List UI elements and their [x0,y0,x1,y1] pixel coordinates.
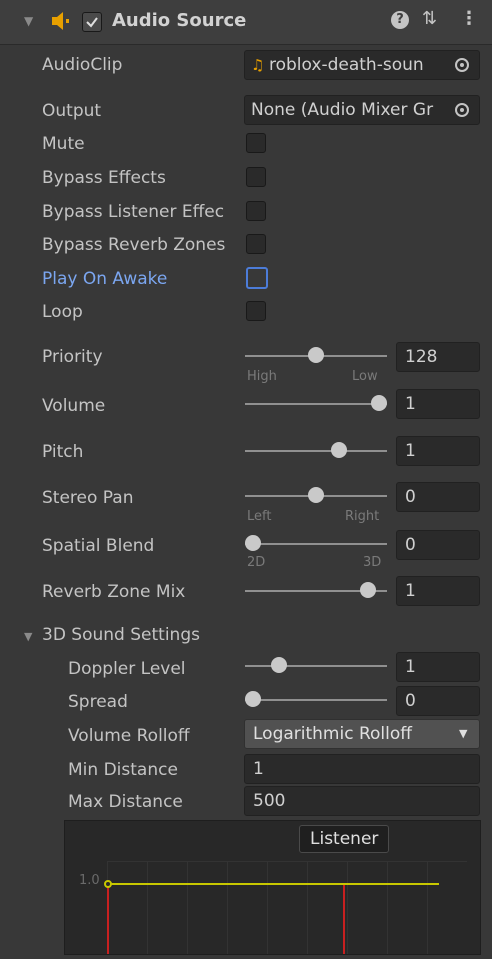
stereo-pan-slider[interactable] [245,486,387,506]
spread-slider-thumb[interactable] [245,691,261,707]
3d-sound-settings-foldout[interactable]: 3D Sound Settings [42,625,200,645]
kebab-menu-icon[interactable]: ⋮ [460,8,478,29]
spatial-blend-min-label: 2D [247,555,266,570]
bypass-listener-effects-checkbox[interactable] [246,201,266,221]
bypass-effects-label: Bypass Effects [42,168,166,188]
bypass-reverb-zones-label: Bypass Reverb Zones [42,235,226,255]
bypass-effects-checkbox[interactable] [246,167,266,187]
spread-input[interactable]: 0 [396,686,480,716]
priority-slider[interactable] [245,346,387,366]
max-distance-input[interactable]: 500 [244,786,480,816]
doppler-level-input[interactable]: 1 [396,652,480,682]
min-distance-label: Min Distance [68,760,178,780]
listener-marker [343,885,345,954]
listener-tooltip: Listener [299,825,390,853]
stereo-pan-slider-thumb[interactable] [308,487,324,503]
pitch-slider-thumb[interactable] [331,442,347,458]
volume-input[interactable]: 1 [396,389,480,419]
spatial-blend-slider[interactable] [245,534,387,554]
loop-label: Loop [42,302,83,322]
max-distance-label: Max Distance [68,792,183,812]
output-field[interactable]: None (Audio Mixer Gr [244,95,480,125]
priority-input[interactable]: 128 [396,342,480,372]
graph-grid [107,861,467,954]
help-icon[interactable]: ? [391,11,409,29]
stereo-pan-label: Stereo Pan [42,488,134,508]
reverb-zone-mix-slider[interactable] [245,581,387,601]
pitch-input[interactable]: 1 [396,436,480,466]
volume-slider[interactable] [245,394,387,414]
audio-file-icon: ♫ [251,56,265,74]
volume-curve [107,883,439,885]
curve-keyframe[interactable] [104,880,112,888]
audioclip-label: AudioClip [42,55,123,75]
priority-max-label: Low [352,369,378,384]
min-distance-input[interactable]: 1 [244,754,480,784]
volume-slider-thumb[interactable] [371,395,387,411]
output-value: None (Audio Mixer Gr [251,100,434,120]
volume-rolloff-dropdown[interactable]: Logarithmic Rolloff ▼ [244,719,480,749]
doppler-level-slider-thumb[interactable] [271,657,287,673]
loop-checkbox[interactable] [246,301,266,321]
audioclip-field[interactable]: ♫ roblox-death-soun [244,50,480,80]
preset-icon[interactable]: ⇅ [422,8,437,29]
audioclip-value: roblox-death-soun [269,55,424,75]
stereo-pan-input[interactable]: 0 [396,482,480,512]
graph-y-label: 1.0 [79,873,100,888]
spread-slider[interactable] [245,690,387,710]
output-label: Output [42,101,102,121]
priority-slider-thumb[interactable] [308,347,324,363]
doppler-level-label: Doppler Level [68,659,186,679]
reverb-zone-mix-label: Reverb Zone Mix [42,582,186,602]
component-title: Audio Source [112,10,247,31]
mute-label: Mute [42,134,85,154]
pitch-slider[interactable] [245,441,387,461]
object-picker-icon[interactable] [455,103,469,117]
bypass-reverb-zones-checkbox[interactable] [246,234,266,254]
spatial-blend-input[interactable]: 0 [396,530,480,560]
object-picker-icon[interactable] [455,58,469,72]
pitch-label: Pitch [42,442,84,462]
spatial-blend-slider-thumb[interactable] [245,535,261,551]
volume-rolloff-value: Logarithmic Rolloff [253,724,412,744]
enabled-checkbox[interactable] [82,12,102,32]
component-header: ▼ Audio Source ? ⇅ ⋮ [0,0,492,45]
section-foldout-arrow-icon[interactable]: ▼ [24,630,32,643]
min-distance-marker [107,885,109,954]
volume-label: Volume [42,396,106,416]
priority-min-label: High [247,369,277,384]
spatial-blend-max-label: 3D [363,555,382,570]
play-on-awake-checkbox[interactable] [246,267,268,289]
bypass-listener-effects-label: Bypass Listener Effec [42,202,225,222]
reverb-zone-mix-slider-thumb[interactable] [360,582,376,598]
spread-label: Spread [68,692,128,712]
stereo-pan-max-label: Right [345,509,380,524]
play-on-awake-label: Play On Awake [42,269,168,289]
rolloff-graph[interactable]: 1.0 Listener [64,820,481,955]
speaker-icon [52,10,70,37]
doppler-level-slider[interactable] [245,656,387,676]
reverb-zone-mix-input[interactable]: 1 [396,576,480,606]
chevron-down-icon: ▼ [459,727,468,740]
mute-checkbox[interactable] [246,133,266,153]
stereo-pan-min-label: Left [247,509,272,524]
volume-rolloff-label: Volume Rolloff [68,726,190,746]
spatial-blend-label: Spatial Blend [42,536,155,556]
priority-label: Priority [42,347,103,367]
collapse-arrow-icon[interactable]: ▼ [24,14,33,28]
